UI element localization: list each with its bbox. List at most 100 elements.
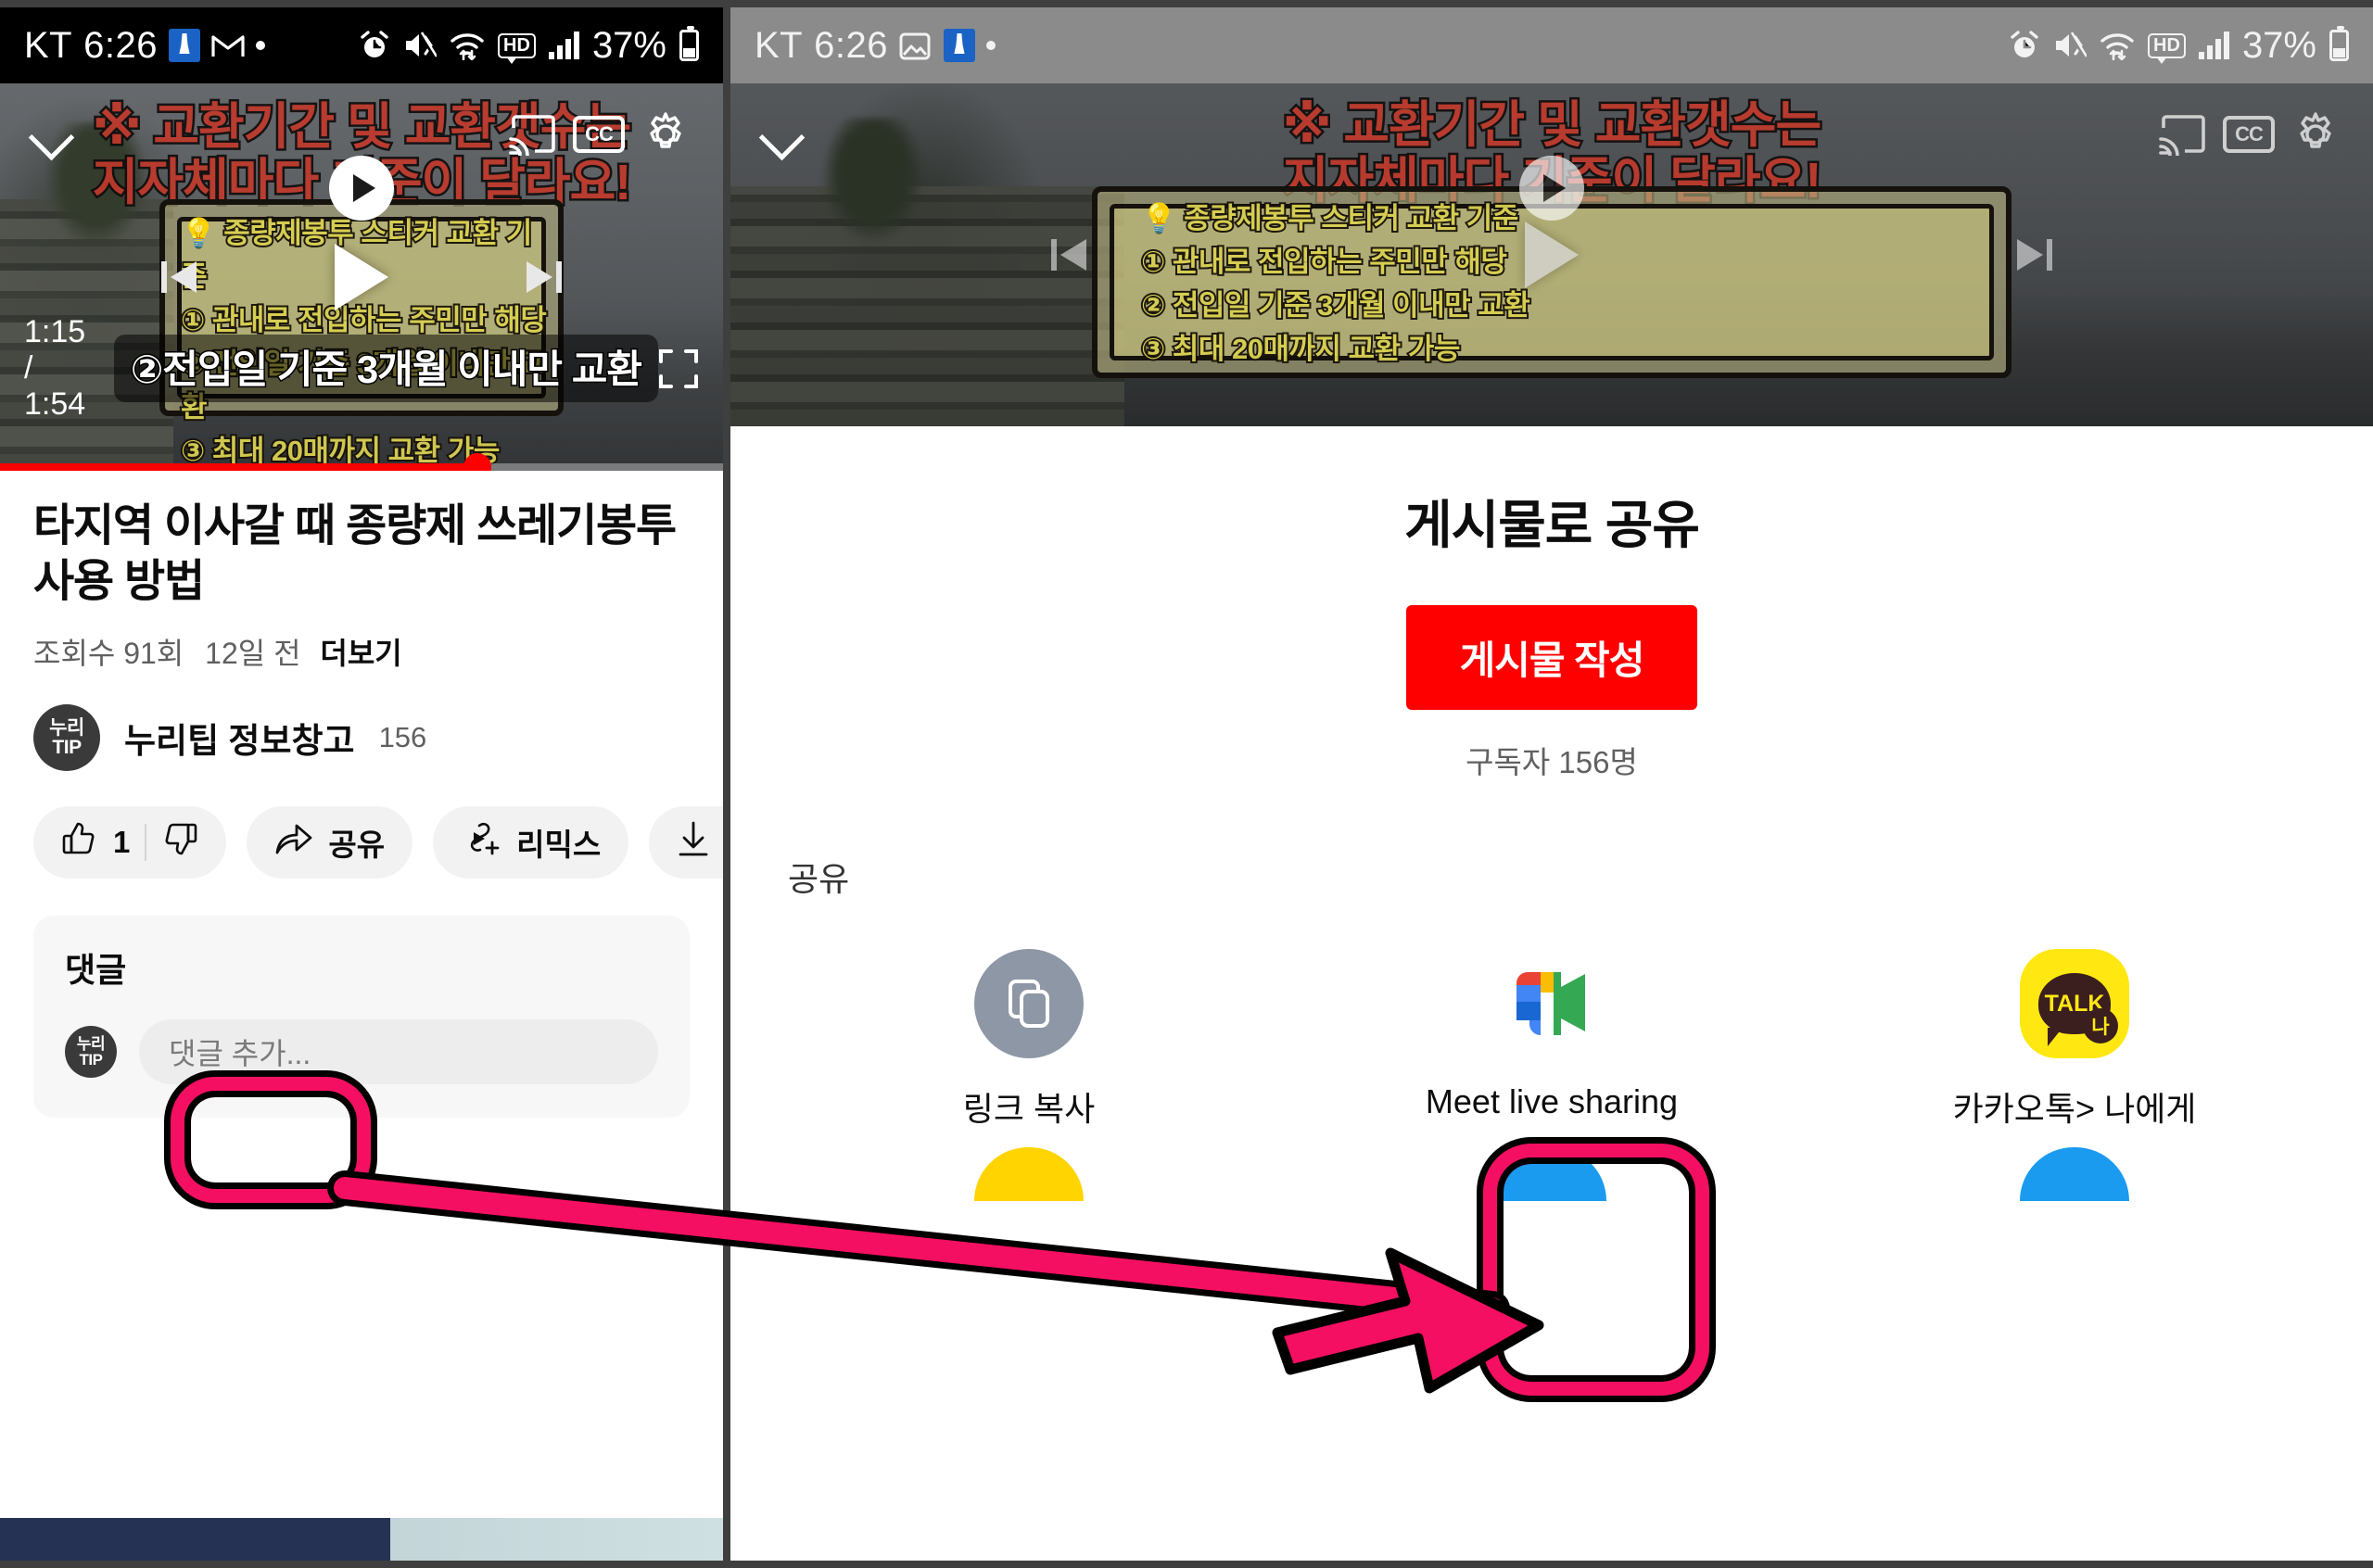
dot-icon [255,41,265,50]
status-carrier-right: KT [755,24,804,66]
share-targets-grid: 링크 복사 Meet live sharing TALK 나 카카오톡> 나에게 [730,901,2373,1147]
wifi-icon-right [2100,31,2135,60]
gallery-icon [899,32,933,60]
previous-icon[interactable] [156,253,204,301]
hd-icon-right: HD [2148,32,2186,64]
video-subline: 조회수 91회 12일 전 더보기 [33,630,690,673]
play-icon-right[interactable] [1525,221,1579,288]
share-button-label: 공유 [328,828,386,862]
dot-icon-right [985,41,996,50]
comment-input-row[interactable]: 누리 TIP 댓글 추가... [65,1019,658,1084]
board-line-3-right: ② 전입일 기준 3개월 이내만 교환 [1139,287,1532,323]
play-badge-icon-right[interactable] [1519,156,1584,221]
avatar-line-1: 누리 [49,716,84,739]
bottom-content-strip [0,1518,723,1561]
mute-icon [403,31,438,60]
right-phone-panel: KT 6:26 HD 37% ※ 교환기간 및 교환갯수는 지자체마다 기준이 … [730,7,2373,1561]
share-arrow-icon [274,821,313,864]
play-badge-icon[interactable] [329,156,394,221]
share-target-partial-3[interactable] [1813,1147,2336,1201]
cast-icon-right[interactable] [2149,101,2215,168]
video-player-right[interactable]: ※ 교환기간 및 교환갯수는 지자체마다 기준이 달라요! 💡 종량제봉투 스티… [730,83,2373,426]
share-target-partial-2[interactable] [1290,1147,1813,1201]
comments-heading: 댓글 [65,951,127,989]
gear-icon[interactable] [632,101,699,168]
play-icon[interactable] [335,244,388,310]
comment-avatar-line-2: TIP [79,1051,103,1069]
status-battery-percent: 37% [591,24,666,66]
share-sheet-title: 게시물로 공유 [1404,496,1700,554]
status-carrier: KT [24,24,73,66]
share-section-label: 공유 [788,860,850,898]
video-meta: 타지역 이사갈 때 종량제 쓰레기봉투 사용 방법 조회수 91회 12일 전 … [0,471,723,673]
download-button[interactable]: 오프라인 저장 [649,806,723,879]
share-target-copy-link[interactable]: 링크 복사 [768,932,1290,1147]
channel-row[interactable]: 누리 TIP 누리팁 정보창고 156 [0,673,723,771]
status-time: 6:26 [83,24,158,66]
like-count: 1 [113,825,131,859]
remix-button-label: 리믹스 [516,828,602,862]
signal-icon [548,32,579,59]
alarm-icon [359,30,390,61]
app-icon-right [943,29,975,62]
video-caption: ②전입일 기준 3개월 이내만 교환 [113,335,658,402]
comment-avatar: 누리 TIP [65,1026,117,1078]
battery-icon-right [2329,26,2349,61]
subscriber-count-text: 구독자 156명 [1466,745,1638,779]
next-icon[interactable] [519,253,567,301]
cast-icon[interactable] [499,101,565,168]
cc-icon[interactable]: CC [565,101,632,168]
thumbs-down-icon[interactable] [161,820,198,865]
kakaotalk-badge: 나 [2083,1008,2118,1043]
thumbs-up-icon[interactable] [61,820,98,865]
fullscreen-icon[interactable] [658,348,699,389]
comments-section[interactable]: 댓글 누리 TIP 댓글 추가... [33,916,690,1118]
share-target-kakaotalk[interactable]: TALK 나 카카오톡> 나에게 [1813,932,2336,1147]
share-button[interactable]: 공유 [247,806,413,879]
chevron-down-icon-right[interactable] [755,108,806,160]
avatar-line-2: TIP [52,737,82,758]
share-target-partial-1[interactable] [768,1147,1290,1201]
video-player[interactable]: ※ 교환기간 및 교환갯수는 지자체마다 기준이 달라요! 💡 종량제봉투 스티… [0,83,723,471]
view-count: 조회수 91회 [33,637,184,670]
comment-avatar-line-1: 누리 [76,1034,106,1053]
create-post-button[interactable]: 게시물 작성 [1405,605,1698,710]
progress-bar[interactable] [0,453,723,471]
kakaotalk-icon: TALK 나 [2020,949,2129,1058]
left-phone-panel: KT 6:26 HD 37% ※ 교환기간 및 교환갯수는 지자체마다 기준이 … [0,7,723,1561]
show-more-link[interactable]: 더보기 [320,637,401,670]
share-sheet: 게시물로 공유 게시물 작성 구독자 156명 공유 링크 복사 Meet li… [730,426,2373,1561]
previous-icon-right[interactable] [1046,231,1094,279]
chevron-down-icon[interactable] [24,108,76,160]
copy-icon [974,949,1084,1058]
board-line-4-right: ③ 최대 20매까지 교환 가능 [1139,331,1462,367]
status-bar: KT 6:26 HD 37% [0,7,723,83]
next-icon-right[interactable] [2010,231,2058,279]
avatar[interactable]: 누리 TIP [33,704,100,771]
signal-icon-right [2198,32,2229,59]
page-title: 타지역 이사갈 때 종량제 쓰레기봉투 사용 방법 [33,501,677,606]
gear-icon-right[interactable] [2282,101,2349,168]
google-meet-icon [1497,949,1606,1058]
like-dislike-group[interactable]: 1 [33,806,227,879]
mute-icon-right [2053,31,2087,60]
app-icon [168,29,200,62]
remix-button[interactable]: 리믹스 [433,806,629,879]
share-target-label: 카카오톡> 나에게 [1952,1090,2197,1128]
remix-icon [461,820,501,865]
share-target-label: 링크 복사 [962,1090,1096,1128]
channel-name[interactable]: 누리팁 정보창고 [124,713,355,763]
share-targets-row-partial [730,1147,2373,1201]
share-target-label: Meet live sharing [1425,1082,1679,1120]
divider [145,824,147,861]
share-target-meet[interactable]: Meet live sharing [1290,932,1813,1147]
add-comment-input[interactable]: 댓글 추가... [139,1019,658,1084]
cc-icon-right[interactable]: CC [2215,101,2282,168]
player-time-row: 1:15 / 1:54 ②전입일 기준 3개월 이내만 교환 [0,314,723,423]
screenshot-stage: KT 6:26 HD 37% ※ 교환기간 및 교환갯수는 지자체마다 기준이 … [0,0,2373,1568]
channel-subscriber-count: 156 [378,721,427,753]
status-battery-percent-right: 37% [2241,24,2316,66]
wifi-icon [450,31,485,60]
gmail-icon [211,32,245,58]
upload-age: 12일 전 [205,637,301,670]
